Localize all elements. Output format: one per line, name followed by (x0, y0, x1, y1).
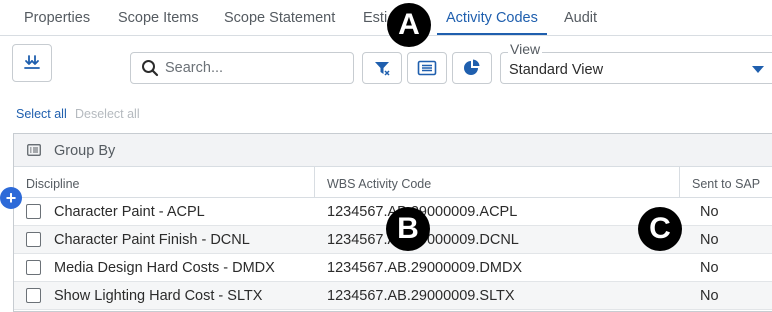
discipline-cell: Character Paint Finish - DCNL (54, 232, 250, 248)
column-header-wbs-activity-code[interactable]: WBS Activity Code (327, 177, 431, 191)
tab-activity-codes[interactable]: Activity Codes (437, 0, 547, 36)
group-by-label: Group By (54, 143, 116, 159)
column-divider[interactable] (314, 167, 315, 198)
tab-properties[interactable]: Properties (24, 0, 90, 36)
annotation-marker-b: B (386, 207, 430, 251)
sent-to-sap-cell: No (700, 260, 719, 276)
list-view-icon (417, 60, 437, 76)
column-header-sent-to-sap[interactable]: Sent to SAP (692, 177, 760, 191)
view-label: View (508, 41, 543, 57)
annotation-marker-a: A (387, 3, 431, 47)
grid-header: Discipline WBS Activity Code Sent to SAP (14, 167, 772, 198)
sent-to-sap-cell: No (700, 232, 719, 248)
wbs-code-cell: 1234567.AB.29000009.SLTX (327, 288, 515, 304)
annotation-marker-c: C (638, 207, 682, 251)
row-checkbox[interactable] (26, 204, 41, 219)
sent-to-sap-cell: No (700, 288, 719, 304)
download-icon (24, 55, 40, 69)
select-all-link[interactable]: Select all (16, 107, 67, 121)
wbs-code-cell: 1234567.AB.29000009.DMDX (327, 260, 523, 276)
search-input[interactable] (165, 60, 345, 76)
chart-button[interactable] (452, 52, 492, 84)
search-box[interactable] (130, 52, 354, 84)
tab-bar: Properties Scope Items Scope Statement E… (0, 0, 772, 36)
discipline-cell: Character Paint - ACPL (54, 204, 205, 220)
group-by-icon (27, 144, 41, 156)
row-checkbox[interactable] (26, 288, 41, 303)
tab-divider (0, 35, 772, 36)
pie-chart-icon (464, 59, 480, 75)
filter-button[interactable] (362, 52, 402, 84)
tab-audit[interactable]: Audit (564, 0, 597, 36)
column-divider[interactable] (679, 167, 680, 198)
filter-icon (375, 62, 390, 76)
row-checkbox[interactable] (26, 260, 41, 275)
sent-to-sap-cell: No (700, 204, 719, 220)
export-button[interactable] (12, 44, 52, 82)
search-icon (142, 60, 159, 77)
group-by-bar[interactable]: Group By (14, 134, 772, 167)
tab-estimate[interactable]: Esti (363, 0, 387, 36)
view-value: Standard View (509, 62, 604, 78)
discipline-cell: Media Design Hard Costs - DMDX (54, 260, 275, 276)
row-checkbox[interactable] (26, 232, 41, 247)
chevron-down-icon (752, 66, 764, 73)
tab-scope-statement[interactable]: Scope Statement (224, 0, 335, 36)
table-row[interactable]: Media Design Hard Costs - DMDX 1234567.A… (14, 254, 772, 282)
discipline-cell: Show Lighting Hard Cost - SLTX (54, 288, 263, 304)
table-row[interactable]: Show Lighting Hard Cost - SLTX 1234567.A… (14, 282, 772, 310)
tab-scope-items[interactable]: Scope Items (118, 0, 199, 36)
add-row-button[interactable]: + (0, 187, 22, 209)
columns-button[interactable] (407, 52, 447, 84)
plus-icon: + (5, 188, 17, 208)
column-header-discipline[interactable]: Discipline (26, 177, 80, 191)
deselect-all-link[interactable]: Deselect all (75, 107, 140, 121)
